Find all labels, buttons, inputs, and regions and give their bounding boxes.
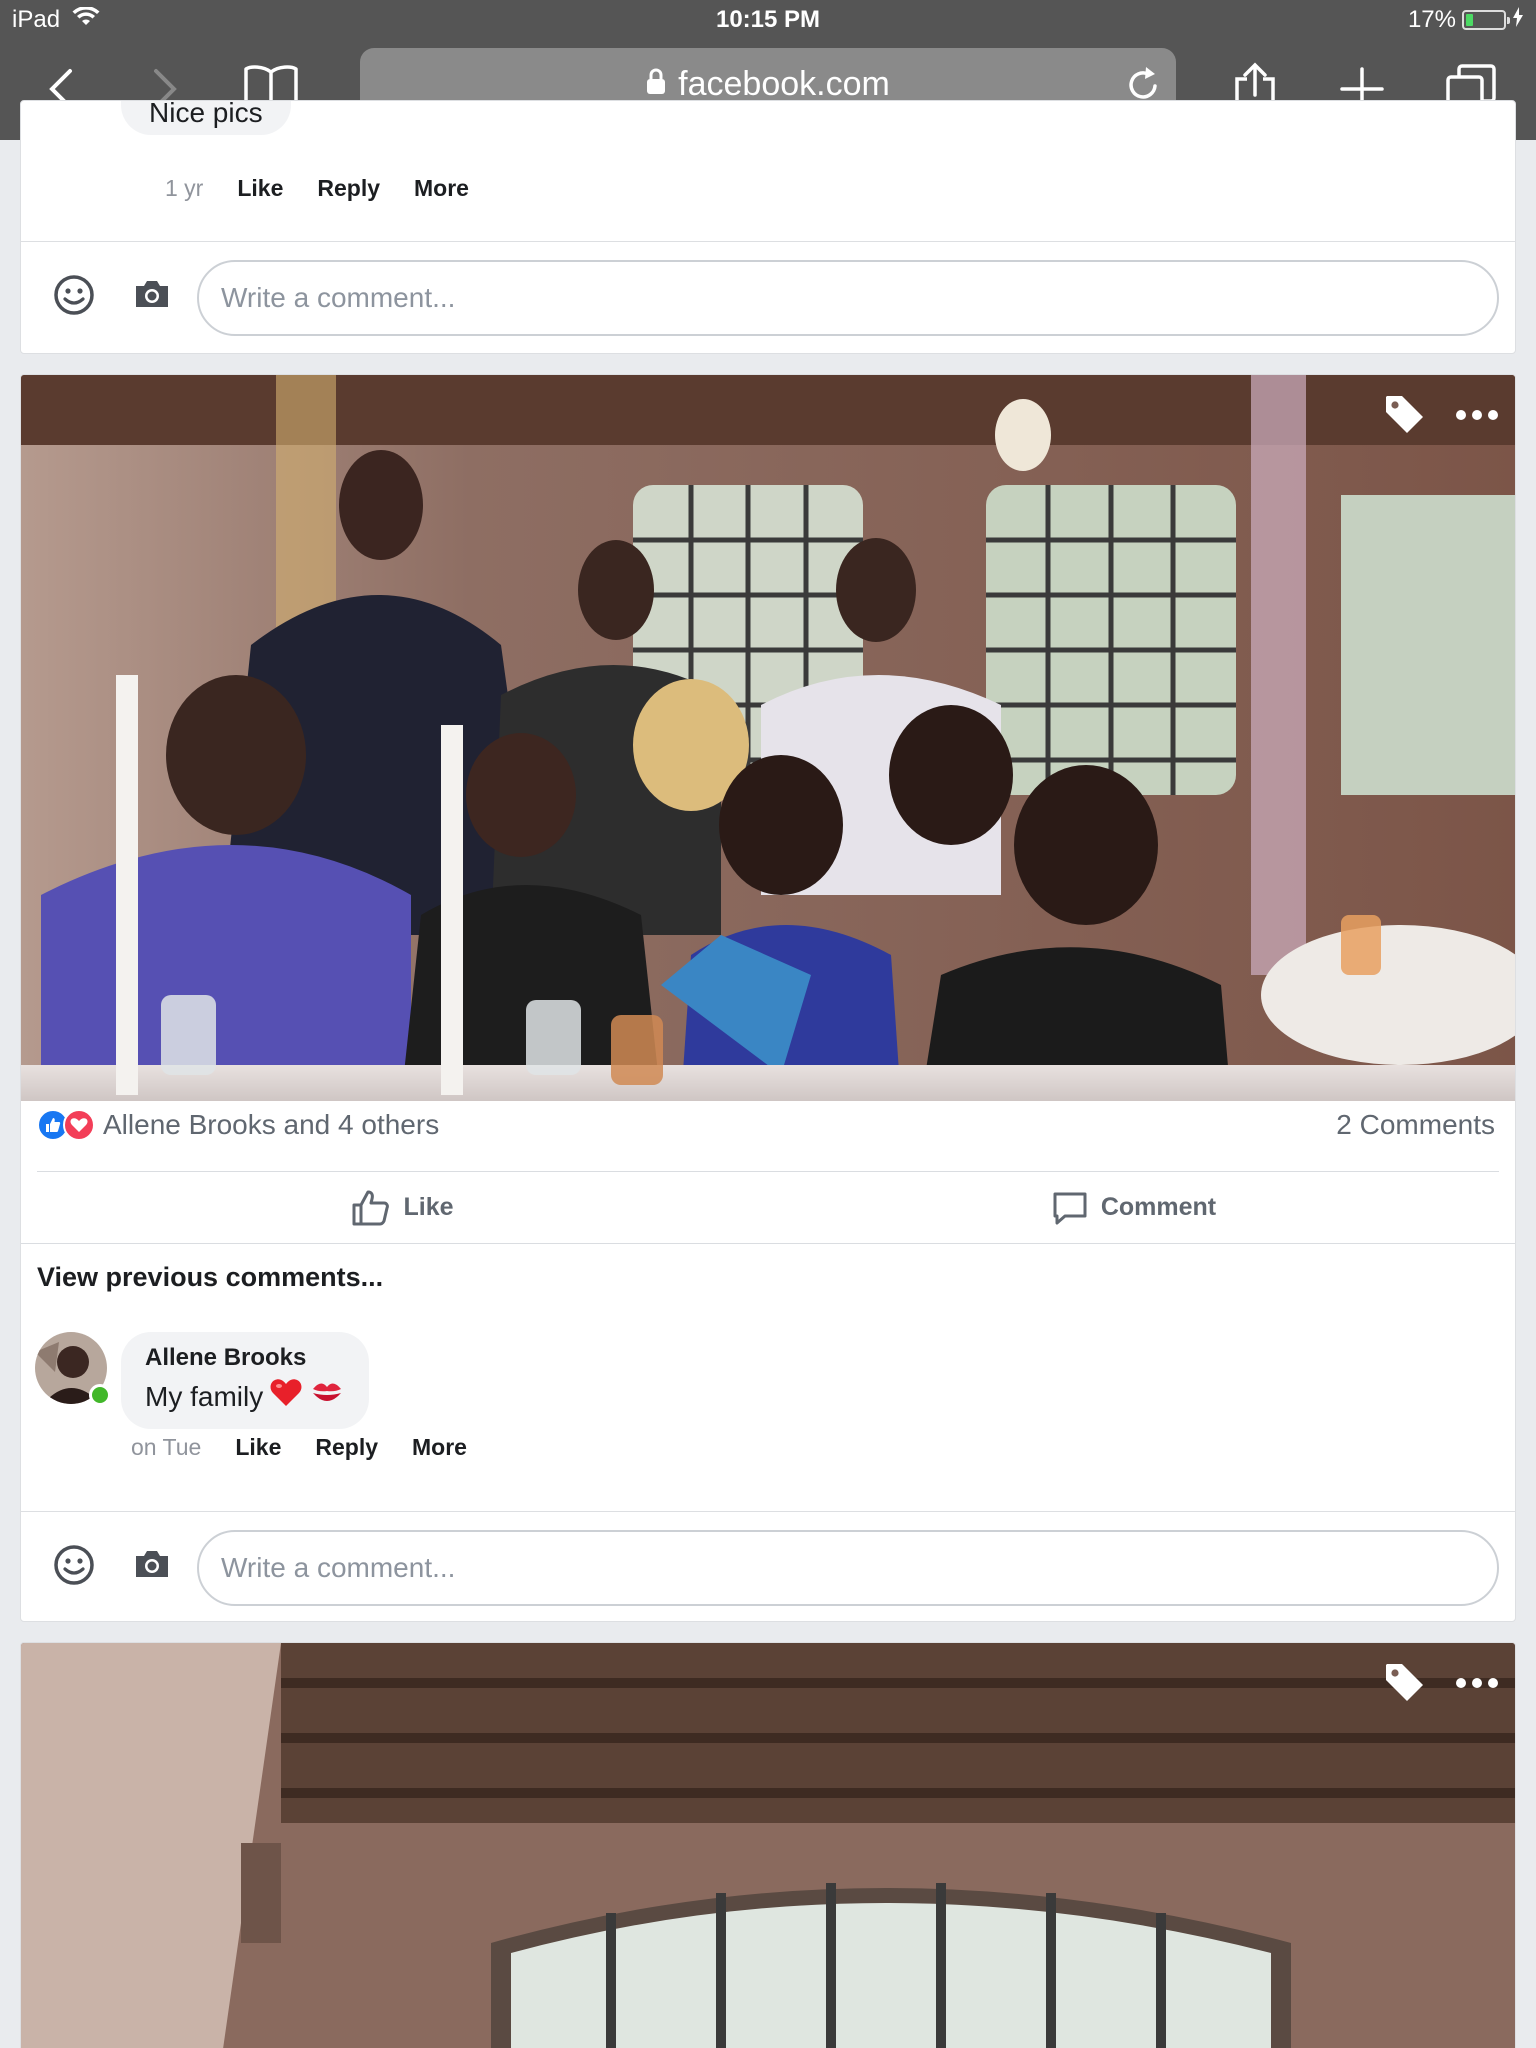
comment-button[interactable]: Comment: [768, 1172, 1499, 1243]
battery-percent: 17%: [1407, 6, 1456, 33]
comment-label: Comment: [1100, 1193, 1217, 1221]
comment-more-link[interactable]: More: [412, 1434, 467, 1461]
kiss-mark-icon: [309, 1379, 345, 1414]
hall-photo-image: [21, 1643, 1515, 2048]
comment-author[interactable]: Allene Brooks: [145, 1344, 345, 1372]
photo-overlay-controls: [1383, 393, 1499, 440]
comment-bubble-icon: [1053, 1192, 1087, 1224]
photo-post-card: Allene Brooks and 4 others 2 Comments Li…: [20, 374, 1516, 1622]
next-post-card: [20, 1642, 1516, 2048]
red-heart-icon: [269, 1378, 303, 1415]
emoji-icon[interactable]: [53, 1544, 95, 1591]
next-post-photo[interactable]: [21, 1643, 1515, 2048]
tag-icon[interactable]: [1383, 1661, 1425, 1708]
comment-body: My family: [145, 1378, 345, 1415]
like-button[interactable]: Like: [37, 1172, 768, 1243]
write-comment-input[interactable]: Write a comment...: [197, 1530, 1499, 1606]
reaction-icons: [37, 1109, 95, 1141]
ellipsis-icon[interactable]: [1455, 1676, 1499, 1694]
status-time: 10:15 PM: [715, 6, 821, 33]
status-bar: iPad 10:15 PM 17%: [0, 0, 1536, 40]
lock-icon: [646, 65, 666, 104]
previous-post-card: Nice pics 1 yr Like Reply More Write a c…: [20, 100, 1516, 354]
tag-icon[interactable]: [1383, 393, 1425, 440]
ellipsis-icon[interactable]: [1455, 408, 1499, 426]
battery-icon: [1462, 10, 1510, 30]
write-comment-input[interactable]: Write a comment...: [197, 260, 1499, 336]
write-comment-row: Write a comment...: [21, 241, 1515, 351]
write-comment-row: Write a comment...: [21, 1511, 1515, 1621]
comment-time: 1 yr: [165, 175, 204, 201]
reactions-summary-row[interactable]: Allene Brooks and 4 others 2 Comments: [37, 1097, 1495, 1153]
comment-text: My family: [145, 1380, 264, 1412]
url-text: facebook.com: [678, 64, 890, 103]
comment-like-link[interactable]: Like: [235, 1434, 281, 1461]
post-actions: Like Comment: [37, 1171, 1499, 1243]
comments-count[interactable]: 2 Comments: [1336, 1109, 1495, 1141]
previous-comment-bubble: Nice pics: [121, 100, 291, 135]
photo-overlay-controls: [1383, 1661, 1499, 1708]
party-photo-image: [21, 375, 1515, 1101]
thumbs-up-icon: [352, 1190, 390, 1225]
view-previous-comments-link[interactable]: View previous comments...: [37, 1262, 383, 1293]
camera-icon[interactable]: [133, 1548, 171, 1585]
comment-bubble: Allene Brooks My family: [121, 1332, 370, 1429]
comment-meta: on Tue Like Reply More: [131, 1434, 467, 1461]
post-photo[interactable]: [21, 375, 1515, 1101]
love-reaction-icon: [63, 1109, 95, 1141]
online-status-dot: [89, 1384, 111, 1406]
comment-reply-link[interactable]: Reply: [315, 1434, 378, 1461]
comment-reply-link[interactable]: Reply: [317, 175, 380, 202]
comment-time: on Tue: [131, 1434, 202, 1460]
charging-icon: [1512, 6, 1524, 34]
emoji-icon[interactable]: [53, 274, 95, 321]
reactions-text[interactable]: Allene Brooks and 4 others: [103, 1109, 439, 1141]
comment-like-link[interactable]: Like: [237, 175, 283, 202]
comment-more-link[interactable]: More: [414, 175, 469, 202]
camera-icon[interactable]: [133, 278, 171, 315]
like-label: Like: [403, 1193, 454, 1221]
previous-comment-meta: 1 yr Like Reply More: [165, 175, 469, 202]
previous-comment-text: Nice pics: [149, 100, 263, 128]
